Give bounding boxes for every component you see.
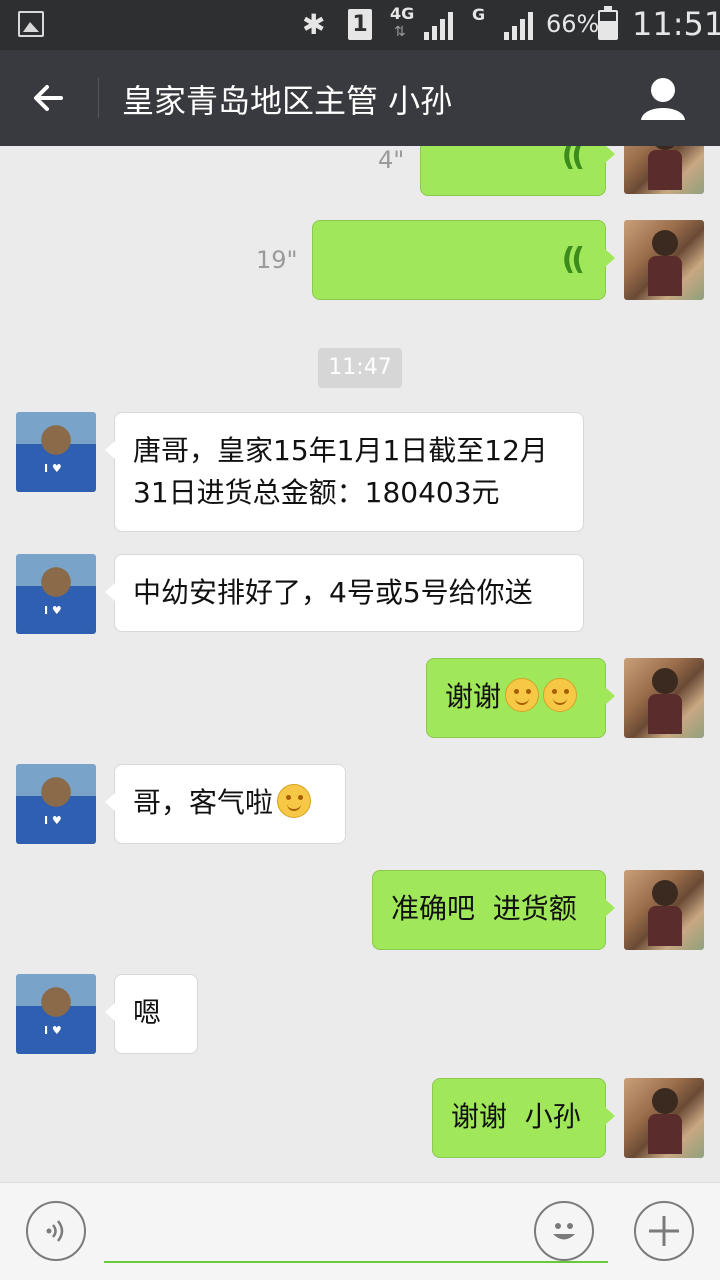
voice-message-bubble[interactable]: (( (420, 146, 615, 196)
voice-icon[interactable] (26, 1201, 86, 1261)
message-text: 嗯 (133, 996, 162, 1029)
avatar-self[interactable] (624, 146, 704, 194)
message-text: 谢谢 (445, 680, 502, 713)
avatar-self[interactable] (624, 1078, 704, 1158)
emoji-icon (277, 784, 312, 818)
voice-duration: 4" (378, 146, 405, 174)
voice-duration: 19" (256, 246, 298, 274)
signal-strength-icon (424, 10, 458, 40)
plus-icon[interactable] (634, 1201, 694, 1261)
chat-header: 皇家青岛地区主管 小孙 (0, 50, 720, 146)
voice-wave-icon: (( (561, 146, 586, 173)
voice-message-bubble[interactable]: (( (312, 220, 615, 300)
status-time: 11:51 (632, 5, 720, 43)
person-icon[interactable] (638, 74, 688, 124)
avatar-self[interactable] (624, 658, 704, 738)
avatar-contact[interactable] (16, 412, 96, 492)
emoji-button[interactable] (534, 1201, 594, 1261)
status-bar: ✱ 1 4G ⇅ G 66% 11:51 (0, 0, 720, 50)
outgoing-message-bubble[interactable]: 准确吧 进货额 (372, 870, 615, 950)
avatar-self[interactable] (624, 220, 704, 300)
avatar-self[interactable] (624, 870, 704, 950)
outgoing-message-bubble[interactable]: 谢谢 (426, 658, 615, 738)
bluetooth-icon: ✱ (302, 8, 326, 41)
incoming-message-bubble[interactable]: 哥，客气啦 (105, 764, 346, 844)
message-text: 谢谢 小孙 (451, 1100, 581, 1133)
chat-messages[interactable]: 4" (( 19" (( 11:47 唐哥，皇家15年1月1日截至12月31日进… (0, 146, 720, 1182)
data-arrows-icon: ⇅ (394, 24, 406, 40)
incoming-message-bubble[interactable]: 唐哥，皇家15年1月1日截至12月31日进货总金额：180403元 (105, 412, 584, 532)
avatar-contact[interactable] (16, 554, 96, 634)
chat-title: 皇家青岛地区主管 小孙 (122, 82, 453, 120)
message-text: 中幼安排好了，4号或5号给你送 (133, 576, 533, 609)
header-divider (98, 78, 99, 118)
network-type-g: G (472, 5, 486, 24)
signal-strength-icon-2 (504, 10, 538, 40)
incoming-message-bubble[interactable]: 嗯 (105, 974, 198, 1054)
avatar-contact[interactable] (16, 974, 96, 1054)
sim-indicator: 1 (348, 9, 372, 40)
outgoing-message-bubble[interactable]: 谢谢 小孙 (432, 1078, 615, 1158)
text-input-field[interactable] (104, 1261, 608, 1263)
message-text: 哥，客气啦 (133, 786, 274, 819)
battery-icon (598, 6, 618, 40)
battery-percent: 66% (546, 10, 600, 38)
emoji-icon (543, 678, 578, 712)
avatar-contact[interactable] (16, 764, 96, 844)
message-time-stamp: 11:47 (318, 348, 402, 388)
emoji-icon (505, 678, 540, 712)
message-text: 准确吧 进货额 (391, 892, 577, 925)
gallery-notification-icon (18, 11, 44, 37)
message-text: 唐哥，皇家15年1月1日截至12月31日进货总金额：180403元 (133, 434, 548, 509)
arrow-left-icon[interactable] (22, 72, 74, 124)
voice-wave-icon: (( (561, 242, 586, 277)
network-type-4g: 4G (390, 4, 415, 23)
message-input-bar (0, 1182, 720, 1280)
incoming-message-bubble[interactable]: 中幼安排好了，4号或5号给你送 (105, 554, 584, 632)
